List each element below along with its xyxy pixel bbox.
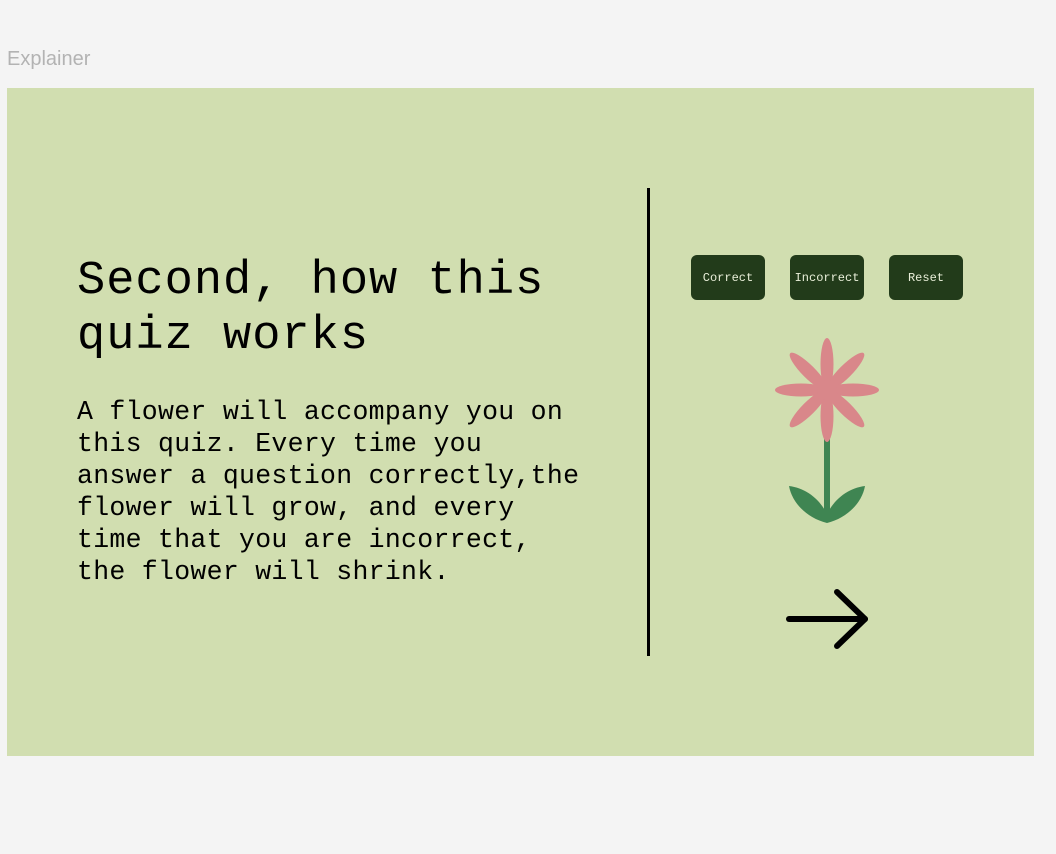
vertical-divider	[647, 188, 650, 656]
flower-petals	[775, 338, 879, 442]
arrow-right-icon[interactable]	[785, 586, 871, 652]
incorrect-button[interactable]: Incorrect	[790, 255, 864, 300]
correct-button[interactable]: Correct	[691, 255, 765, 300]
flower-illustration	[775, 338, 879, 523]
slide-body: A flower will accompany you on this quiz…	[77, 397, 580, 587]
reset-button[interactable]: Reset	[889, 255, 963, 300]
slide-explainer: Second, how this quiz works A flower wil…	[7, 88, 1034, 756]
slide-title: Second, how this quiz works	[77, 255, 545, 363]
frame-label: Explainer	[7, 48, 91, 70]
